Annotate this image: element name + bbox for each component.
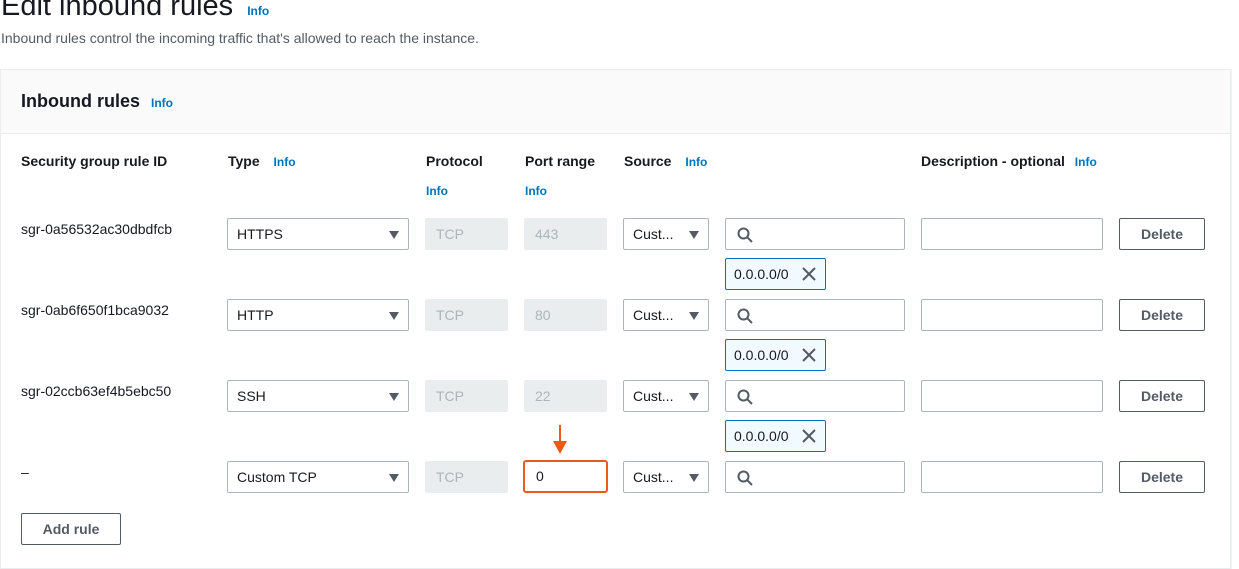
cidr-token-label: 0.0.0.0/0 bbox=[734, 266, 789, 282]
panel-title: Inbound rules Info bbox=[21, 91, 173, 112]
arrow-down-icon bbox=[553, 425, 567, 454]
page-title-text: Edit inbound rules bbox=[1, 0, 234, 22]
column-header-port-range: Port range bbox=[525, 153, 596, 169]
caret-down-icon bbox=[389, 393, 399, 401]
column-header-source-label: Source bbox=[624, 153, 672, 169]
rule-id: sgr-0a56532ac30dbdfcb bbox=[21, 221, 173, 237]
caret-down-icon bbox=[689, 474, 699, 482]
search-icon bbox=[737, 389, 753, 405]
panel-header: Inbound rules Info bbox=[1, 70, 1230, 134]
add-rule-button[interactable]: Add rule bbox=[21, 513, 121, 545]
type-info-link[interactable]: Info bbox=[274, 155, 296, 169]
column-header-type: Type Info bbox=[228, 153, 296, 169]
column-header-description: Description - optional Info bbox=[921, 153, 1097, 169]
port-range-field: 22 bbox=[524, 380, 607, 412]
source-select-value: Cust... bbox=[633, 307, 674, 323]
page-title-info-link[interactable]: Info bbox=[247, 4, 269, 18]
source-select[interactable]: Cust... bbox=[623, 380, 709, 412]
description-input[interactable] bbox=[921, 461, 1103, 493]
source-select-value: Cust... bbox=[633, 469, 674, 485]
type-select[interactable]: Custom TCP bbox=[227, 461, 409, 493]
port-range-field: 443 bbox=[524, 218, 607, 250]
close-icon[interactable] bbox=[802, 267, 816, 281]
cidr-search-input[interactable] bbox=[725, 218, 905, 250]
port-range-input[interactable]: 0 bbox=[523, 460, 608, 493]
caret-down-icon bbox=[389, 231, 399, 239]
description-input[interactable] bbox=[921, 380, 1103, 412]
cidr-token-label: 0.0.0.0/0 bbox=[734, 428, 789, 444]
type-select-value: Custom TCP bbox=[237, 469, 317, 485]
protocol-field: TCP bbox=[425, 380, 508, 412]
description-input[interactable] bbox=[921, 299, 1103, 331]
caret-down-icon bbox=[689, 312, 699, 320]
delete-button[interactable]: Delete bbox=[1119, 299, 1205, 331]
cidr-search-input[interactable] bbox=[725, 380, 905, 412]
caret-down-icon bbox=[689, 393, 699, 401]
port-range-field: 80 bbox=[524, 299, 607, 331]
cidr-token: 0.0.0.0/0 bbox=[725, 420, 826, 452]
type-select-value: HTTP bbox=[237, 307, 274, 323]
type-select[interactable]: HTTPS bbox=[227, 218, 409, 250]
source-select[interactable]: Cust... bbox=[623, 299, 709, 331]
caret-down-icon bbox=[389, 312, 399, 320]
column-header-source: Source Info bbox=[624, 153, 707, 169]
type-select-value: HTTPS bbox=[237, 226, 283, 242]
source-select[interactable]: Cust... bbox=[623, 218, 709, 250]
cidr-token-label: 0.0.0.0/0 bbox=[734, 347, 789, 363]
source-select-value: Cust... bbox=[633, 226, 674, 242]
close-icon[interactable] bbox=[802, 429, 816, 443]
port-range-info-link[interactable]: Info bbox=[525, 184, 547, 198]
rule-id: sgr-02ccb63ef4b5ebc50 bbox=[21, 383, 172, 399]
protocol-field: TCP bbox=[425, 218, 508, 250]
description-input[interactable] bbox=[921, 218, 1103, 250]
protocol-field: TCP bbox=[425, 461, 508, 493]
search-icon bbox=[737, 470, 753, 486]
type-select[interactable]: SSH bbox=[227, 380, 409, 412]
caret-down-icon bbox=[689, 231, 699, 239]
search-icon bbox=[737, 227, 753, 243]
delete-button[interactable]: Delete bbox=[1119, 218, 1205, 250]
column-header-description-label: Description - optional bbox=[921, 153, 1065, 169]
type-select-value: SSH bbox=[237, 388, 266, 404]
protocol-info-link[interactable]: Info bbox=[426, 184, 448, 198]
search-icon bbox=[737, 308, 753, 324]
source-info-link[interactable]: Info bbox=[685, 155, 707, 169]
page-description: Inbound rules control the incoming traff… bbox=[1, 30, 479, 46]
source-select[interactable]: Cust... bbox=[623, 461, 709, 493]
protocol-field: TCP bbox=[425, 299, 508, 331]
column-header-type-label: Type bbox=[228, 153, 260, 169]
type-select[interactable]: HTTP bbox=[227, 299, 409, 331]
description-info-link[interactable]: Info bbox=[1075, 155, 1097, 169]
rule-id: – bbox=[21, 464, 29, 480]
cidr-search-input[interactable] bbox=[725, 299, 905, 331]
cidr-token: 0.0.0.0/0 bbox=[725, 339, 826, 371]
rule-id: sgr-0ab6f650f1bca9032 bbox=[21, 302, 169, 318]
delete-button[interactable]: Delete bbox=[1119, 380, 1205, 412]
column-header-rule-id: Security group rule ID bbox=[21, 153, 168, 169]
close-icon[interactable] bbox=[802, 348, 816, 362]
page-title: Edit inbound rules Info bbox=[1, 0, 269, 29]
caret-down-icon bbox=[389, 474, 399, 482]
cidr-search-input[interactable] bbox=[725, 461, 905, 493]
delete-button[interactable]: Delete bbox=[1119, 461, 1205, 493]
cidr-token: 0.0.0.0/0 bbox=[725, 258, 826, 290]
panel-title-info-link[interactable]: Info bbox=[151, 96, 173, 110]
column-header-protocol: Protocol bbox=[426, 153, 483, 169]
source-select-value: Cust... bbox=[633, 388, 674, 404]
panel-title-text: Inbound rules bbox=[21, 91, 140, 111]
